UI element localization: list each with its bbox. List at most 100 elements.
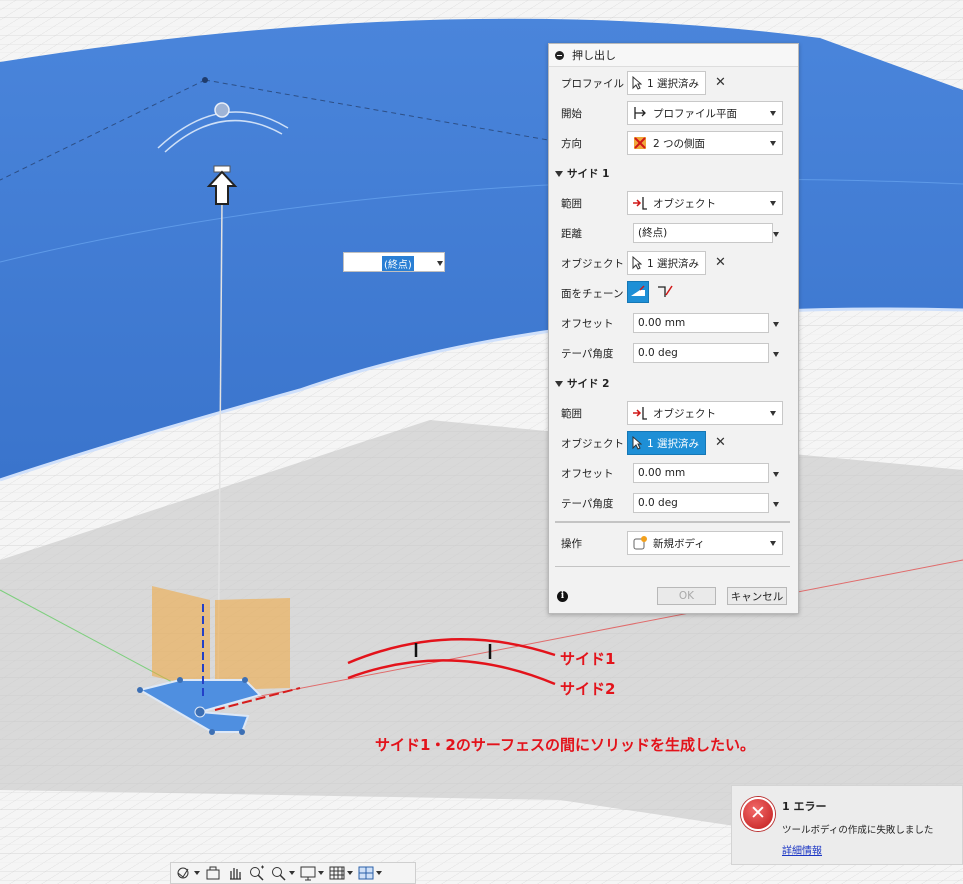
dialog-title: 押し出し [572,49,616,62]
profile-select-button[interactable]: 1 選択済み [627,71,707,95]
side2-extent-dropdown[interactable]: オブジェクト [627,401,783,425]
side2-header-label: サイド 2 [567,378,610,390]
side1-distance-input[interactable]: (終点) [633,223,773,243]
side2-extent-value: オブジェクト [653,407,716,420]
grid-icon[interactable] [328,865,353,881]
profile-select-value: 1 選択済み [647,77,700,90]
start-dropdown[interactable]: プロファイル平面 [627,101,783,125]
ok-button[interactable]: OK [657,587,716,605]
side2-object-row: オブジェクト 1 選択済み ✕ [549,429,798,457]
chain-faces-on-button[interactable] [627,281,649,303]
side1-extent-label: 範囲 [561,198,582,210]
error-notification: ✕ 1 エラー ツールボディの作成に失敗しました 詳細情報 [731,785,963,865]
chevron-down-icon [770,541,776,546]
footer-divider [555,566,790,567]
expand-triangle-icon [555,171,563,177]
chevron-down-icon[interactable] [773,352,779,357]
clear-side1-object-icon[interactable]: ✕ [715,255,726,270]
manipulator-handle[interactable] [214,102,230,118]
expand-triangle-icon [555,381,563,387]
direction-value: 2 つの側面 [653,137,706,150]
side1-chain-label: 面をチェーン [561,288,624,300]
select-cursor-icon [632,256,642,270]
floating-distance-input[interactable]: (終点) [343,252,445,272]
profile-plane-icon [634,107,646,119]
side1-distance-label: 距離 [561,228,582,240]
side2-extent-row: 範囲 オブジェクト [549,399,798,427]
side2-offset-input[interactable]: 0.00 mm [633,463,769,483]
direction-row: 方向 2 つの側面 [549,129,798,157]
navigation-toolbar [170,862,416,884]
to-object-icon [633,197,647,210]
viewports-icon[interactable] [357,865,382,881]
display-icon[interactable] [299,865,324,881]
side2-taper-row: テーパ角度 0.0 deg [549,489,798,517]
side1-object-select-button[interactable]: 1 選択済み [627,251,707,275]
preview-plane-left [152,586,210,690]
to-object-icon [633,407,647,420]
chevron-down-icon[interactable] [773,232,779,237]
side2-offset-row: オフセット 0.00 mm [549,459,798,487]
chevron-down-icon [770,201,776,206]
side2-object-value: 1 選択済み [647,437,700,450]
side1-object-row: オブジェクト 1 選択済み ✕ [549,249,798,277]
floating-input-value: (終点) [382,256,414,271]
operation-row: 操作 新規ボディ [549,529,798,557]
side1-header-label: サイド 1 [567,168,610,180]
zoom-icon[interactable] [248,865,266,881]
two-sides-icon [634,137,646,149]
side1-extent-dropdown[interactable]: オブジェクト [627,191,783,215]
side1-chain-row: 面をチェーン [549,279,798,307]
chevron-down-icon [770,111,776,116]
clear-side2-object-icon[interactable]: ✕ [715,435,726,450]
annotation-side1-label: サイド1 [560,650,616,668]
side1-taper-input[interactable]: 0.0 deg [633,343,769,363]
operation-value: 新規ボディ [653,537,705,550]
fit-icon[interactable] [270,865,295,881]
new-body-icon [633,536,647,550]
error-icon: ✕ [741,797,775,831]
chevron-down-icon [770,411,776,416]
side1-object-value: 1 選択済み [647,257,700,270]
cancel-button[interactable]: キャンセル [727,587,787,605]
orbit-icon[interactable] [175,865,200,881]
error-details-link[interactable]: 詳細情報 [782,842,822,857]
chain-faces-icon [631,285,645,296]
side1-section-header[interactable]: サイド 1 [555,166,609,181]
pan-icon[interactable] [226,865,244,881]
chain-faces-off-button[interactable] [655,281,677,303]
chevron-down-icon[interactable] [773,472,779,477]
side1-extent-value: オブジェクト [653,197,716,210]
clear-profile-icon[interactable]: ✕ [715,75,726,90]
preview-plane-right [215,598,290,690]
dialog-title-bar[interactable]: 押し出し [549,44,798,67]
section-divider [555,521,790,523]
start-label: 開始 [561,108,582,120]
chevron-down-icon[interactable] [437,261,443,266]
error-message: ツールボディの作成に失敗しました [782,825,934,836]
side1-offset-input[interactable]: 0.00 mm [633,313,769,333]
side2-object-select-button[interactable]: 1 選択済み [627,431,707,455]
look-at-icon[interactable] [204,865,222,881]
collapse-icon[interactable] [555,50,564,60]
chevron-down-icon[interactable] [773,502,779,507]
side1-taper-label: テーパ角度 [561,348,614,360]
side2-taper-input[interactable]: 0.0 deg [633,493,769,513]
chevron-down-icon[interactable] [773,322,779,327]
start-row: 開始 プロファイル平面 [549,99,798,127]
side1-distance-row: 距離 (終点) [549,219,798,247]
side1-offset-row: オフセット 0.00 mm [549,309,798,337]
profile-label: プロファイル [561,78,624,90]
side1-object-label: オブジェクト [561,258,624,270]
side2-section-header[interactable]: サイド 2 [555,376,609,391]
info-icon[interactable]: i [557,591,568,602]
select-cursor-icon [632,76,642,90]
error-title: 1 エラー [782,800,827,813]
direction-dropdown[interactable]: 2 つの側面 [627,131,783,155]
operation-dropdown[interactable]: 新規ボディ [627,531,783,555]
side1-extent-row: 範囲 オブジェクト [549,189,798,217]
annotation-side2-label: サイド2 [560,680,616,698]
side2-extent-label: 範囲 [561,408,582,420]
profile-row: プロファイル 1 選択済み ✕ [549,69,798,97]
select-cursor-icon [632,436,642,450]
